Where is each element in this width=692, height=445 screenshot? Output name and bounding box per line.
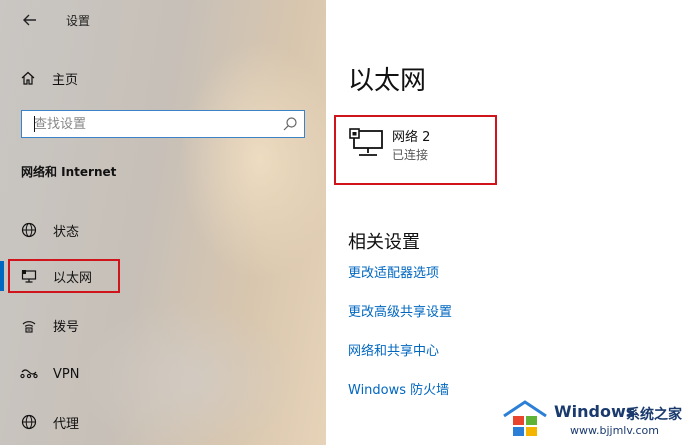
monitor-icon bbox=[21, 270, 37, 283]
globe-icon bbox=[21, 414, 37, 430]
active-indicator bbox=[0, 261, 4, 291]
windows-house-logo-icon bbox=[503, 400, 547, 436]
nav-home[interactable]: 主页 bbox=[20, 66, 78, 90]
home-icon bbox=[21, 71, 35, 85]
vpn-icon bbox=[20, 369, 38, 379]
nav-item-label: VPN bbox=[53, 366, 80, 382]
nav-home-label: 主页 bbox=[52, 72, 79, 88]
section-title: 网络和 Internet bbox=[21, 165, 117, 179]
sidebar: 设置 主页 网络和 Internet 状态 bbox=[0, 0, 326, 445]
link-change-adapter-options[interactable]: 更改适配器选项 bbox=[348, 262, 439, 281]
related-settings-title: 相关设置 bbox=[348, 232, 420, 253]
page-title: 以太网 bbox=[348, 66, 427, 96]
dialup-icon bbox=[22, 321, 36, 333]
watermark-brand-cn: 系统之家 bbox=[626, 407, 682, 423]
search-icon[interactable] bbox=[282, 116, 298, 132]
search-box[interactable] bbox=[21, 110, 305, 138]
link-advanced-sharing[interactable]: 更改高级共享设置 bbox=[348, 301, 452, 320]
back-arrow-icon bbox=[23, 14, 36, 26]
back-button[interactable] bbox=[18, 8, 42, 32]
watermark-url: www.bjjmlv.com bbox=[570, 424, 659, 437]
text-cursor bbox=[34, 116, 35, 132]
nav-item-proxy[interactable]: 代理 bbox=[20, 408, 79, 436]
link-network-sharing-center[interactable]: 网络和共享中心 bbox=[348, 340, 439, 359]
nav-item-dialup[interactable]: 拨号 bbox=[20, 311, 79, 339]
watermark: Windows 系统之家 www.bjjmlv.com bbox=[502, 394, 692, 445]
nav-item-label: 拨号 bbox=[53, 319, 80, 335]
nav-item-status[interactable]: 状态 bbox=[20, 216, 79, 244]
network-card[interactable]: 网络 2 已连接 bbox=[348, 122, 508, 170]
nav-item-label: 状态 bbox=[53, 224, 80, 240]
globe-icon bbox=[21, 222, 37, 238]
nav-item-label: 以太网 bbox=[53, 270, 93, 286]
network-name: 网络 2 bbox=[392, 130, 431, 145]
ethernet-icon bbox=[349, 128, 383, 156]
watermark-brand: Windows bbox=[554, 402, 636, 421]
title-bar: 设置 bbox=[0, 0, 326, 40]
link-windows-firewall[interactable]: Windows 防火墙 bbox=[348, 379, 449, 398]
nav-item-label: 代理 bbox=[53, 416, 80, 432]
nav-item-vpn[interactable]: VPN bbox=[20, 360, 79, 388]
network-status: 已连接 bbox=[392, 148, 429, 162]
app-title: 设置 bbox=[66, 14, 91, 28]
search-input[interactable] bbox=[22, 111, 279, 137]
nav-item-ethernet[interactable]: 以太网 bbox=[20, 262, 92, 290]
